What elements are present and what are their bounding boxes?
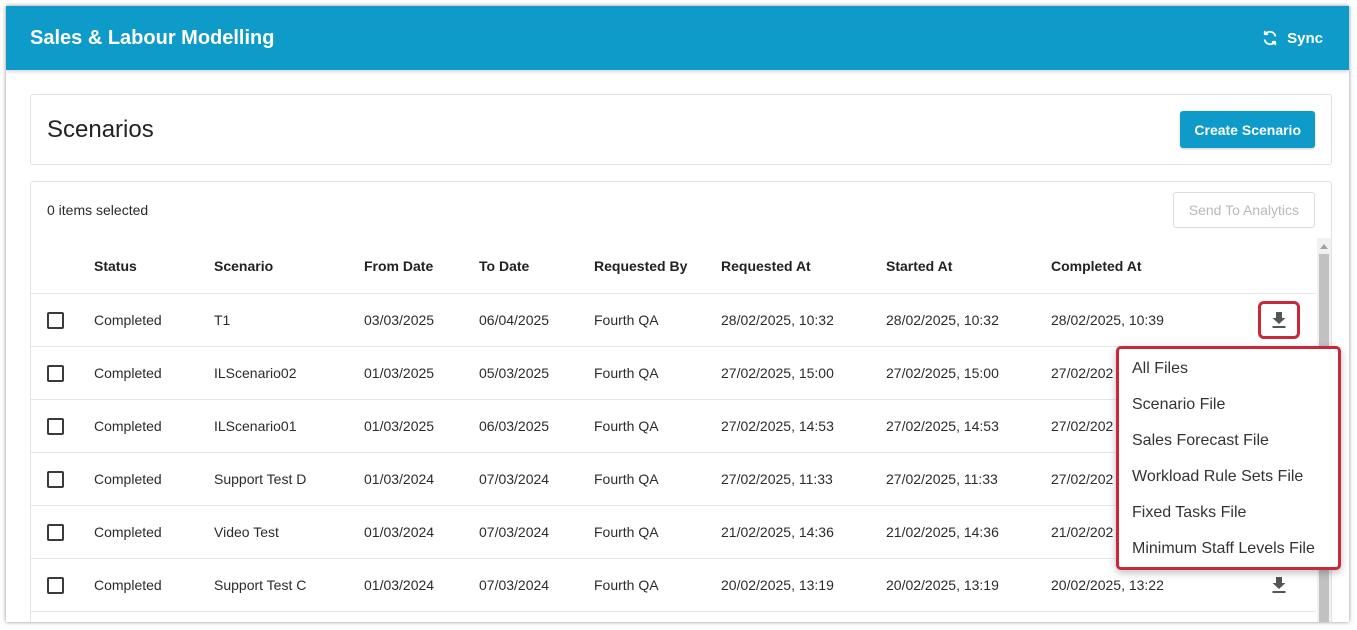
row-checkbox[interactable]: [47, 470, 64, 488]
status-cell: Completed: [94, 418, 162, 434]
column-header-to-date[interactable]: To Date: [479, 238, 529, 293]
status-cell: Completed: [94, 312, 162, 328]
from-date-cell: 01/03/2025: [364, 418, 435, 434]
to-date-cell: 05/03/2025: [479, 365, 550, 381]
row-checkbox[interactable]: [47, 364, 64, 382]
to-date-cell: 06/03/2025: [479, 418, 550, 434]
row-checkbox[interactable]: [47, 523, 64, 541]
scenario-cell: T1: [214, 312, 231, 328]
row-checkbox[interactable]: [47, 311, 64, 329]
sync-button[interactable]: Sync: [1261, 29, 1323, 47]
requested-at-cell: 20/02/2025, 13:19: [721, 577, 834, 593]
started-at-cell: 28/02/2025, 10:32: [886, 312, 999, 328]
requested-at-cell: 27/02/2025, 14:53: [721, 418, 834, 434]
requested-by-cell: Fourth QA: [594, 471, 659, 487]
sync-label: Sync: [1287, 29, 1323, 47]
scenario-cell: Support Test C: [214, 577, 307, 593]
requested-at-cell: 21/02/2025, 14:36: [721, 524, 834, 540]
requested-by-cell: Fourth QA: [594, 312, 659, 328]
completed-at-cell: 28/02/2025, 10:39: [1051, 312, 1164, 328]
download-menu: All Files Scenario File Sales Forecast F…: [1116, 346, 1341, 570]
from-date-cell: 03/03/2025: [364, 312, 435, 328]
from-date-cell: 01/03/2024: [364, 524, 435, 540]
requested-by-cell: Fourth QA: [594, 365, 659, 381]
selected-count: 0 items selected: [47, 202, 149, 218]
app-title: Sales & Labour Modelling: [30, 26, 275, 49]
status-cell: Completed: [94, 365, 162, 381]
menu-item-workload-rule-sets-file[interactable]: Workload Rule Sets File: [1119, 459, 1338, 495]
download-button[interactable]: [1258, 566, 1300, 604]
download-icon: [1272, 577, 1286, 593]
status-cell: Completed: [94, 524, 162, 540]
menu-item-sales-forecast-file[interactable]: Sales Forecast File: [1119, 423, 1338, 459]
column-header-requested-by[interactable]: Requested By: [594, 238, 687, 293]
requested-by-cell: Fourth QA: [594, 577, 659, 593]
from-date-cell: 01/03/2024: [364, 577, 435, 593]
from-date-cell: 01/03/2024: [364, 471, 435, 487]
column-header-scenario[interactable]: Scenario: [214, 238, 273, 293]
started-at-cell: 21/02/2025, 14:36: [886, 524, 999, 540]
create-scenario-button[interactable]: Create Scenario: [1180, 111, 1315, 148]
download-button[interactable]: [1258, 301, 1300, 339]
requested-at-cell: 27/02/2025, 15:00: [721, 365, 834, 381]
requested-at-cell: 28/02/2025, 10:32: [721, 312, 834, 328]
table-row: Completed T1 03/03/2025 06/04/2025 Fourt…: [31, 294, 1316, 347]
scenarios-card: Scenarios Create Scenario: [30, 94, 1332, 165]
requested-by-cell: Fourth QA: [594, 418, 659, 434]
completed-at-cell: 21/02/202: [1051, 524, 1114, 540]
status-cell: Completed: [94, 577, 162, 593]
scenario-cell: ILScenario01: [214, 418, 297, 434]
started-at-cell: 27/02/2025, 11:33: [886, 471, 998, 487]
column-header-completed-at[interactable]: Completed At: [1051, 238, 1141, 293]
scroll-up-arrow-icon[interactable]: [1320, 244, 1328, 249]
page-title: Scenarios: [47, 115, 154, 143]
started-at-cell: 27/02/2025, 14:53: [886, 418, 999, 434]
app-header: Sales & Labour Modelling Sync: [6, 6, 1349, 70]
row-checkbox[interactable]: [47, 576, 64, 594]
to-date-cell: 07/03/2024: [479, 471, 550, 487]
table-header-row: Status Scenario From Date To Date Reques…: [31, 238, 1316, 294]
column-header-from-date[interactable]: From Date: [364, 238, 433, 293]
column-header-status[interactable]: Status: [94, 238, 137, 293]
requested-by-cell: Fourth QA: [594, 524, 659, 540]
to-date-cell: 07/03/2024: [479, 577, 550, 593]
row-checkbox[interactable]: [47, 417, 64, 435]
requested-at-cell: 27/02/2025, 11:33: [721, 471, 833, 487]
menu-item-scenario-file[interactable]: Scenario File: [1119, 387, 1338, 423]
scenario-cell: Video Test: [214, 524, 279, 540]
scenario-cell: ILScenario02: [214, 365, 297, 381]
sync-icon: [1263, 30, 1277, 46]
menu-item-all-files[interactable]: All Files: [1119, 351, 1338, 387]
column-header-started-at[interactable]: Started At: [886, 238, 952, 293]
completed-at-cell: 27/02/202: [1051, 365, 1114, 381]
completed-at-cell: 27/02/202: [1051, 418, 1114, 434]
table-toolbar: 0 items selected Send To Analytics: [31, 182, 1331, 238]
menu-item-minimum-staff-levels-file[interactable]: Minimum Staff Levels File: [1119, 531, 1338, 567]
status-cell: Completed: [94, 471, 162, 487]
send-to-analytics-button[interactable]: Send To Analytics: [1172, 192, 1315, 228]
menu-item-fixed-tasks-file[interactable]: Fixed Tasks File: [1119, 495, 1338, 531]
completed-at-cell: 27/02/202: [1051, 471, 1114, 487]
column-header-requested-at[interactable]: Requested At: [721, 238, 811, 293]
scenario-cell: Support Test D: [214, 471, 307, 487]
from-date-cell: 01/03/2025: [364, 365, 435, 381]
started-at-cell: 20/02/2025, 13:19: [886, 577, 999, 593]
started-at-cell: 27/02/2025, 15:00: [886, 365, 999, 381]
download-icon: [1272, 312, 1286, 328]
to-date-cell: 06/04/2025: [479, 312, 550, 328]
to-date-cell: 07/03/2024: [479, 524, 550, 540]
